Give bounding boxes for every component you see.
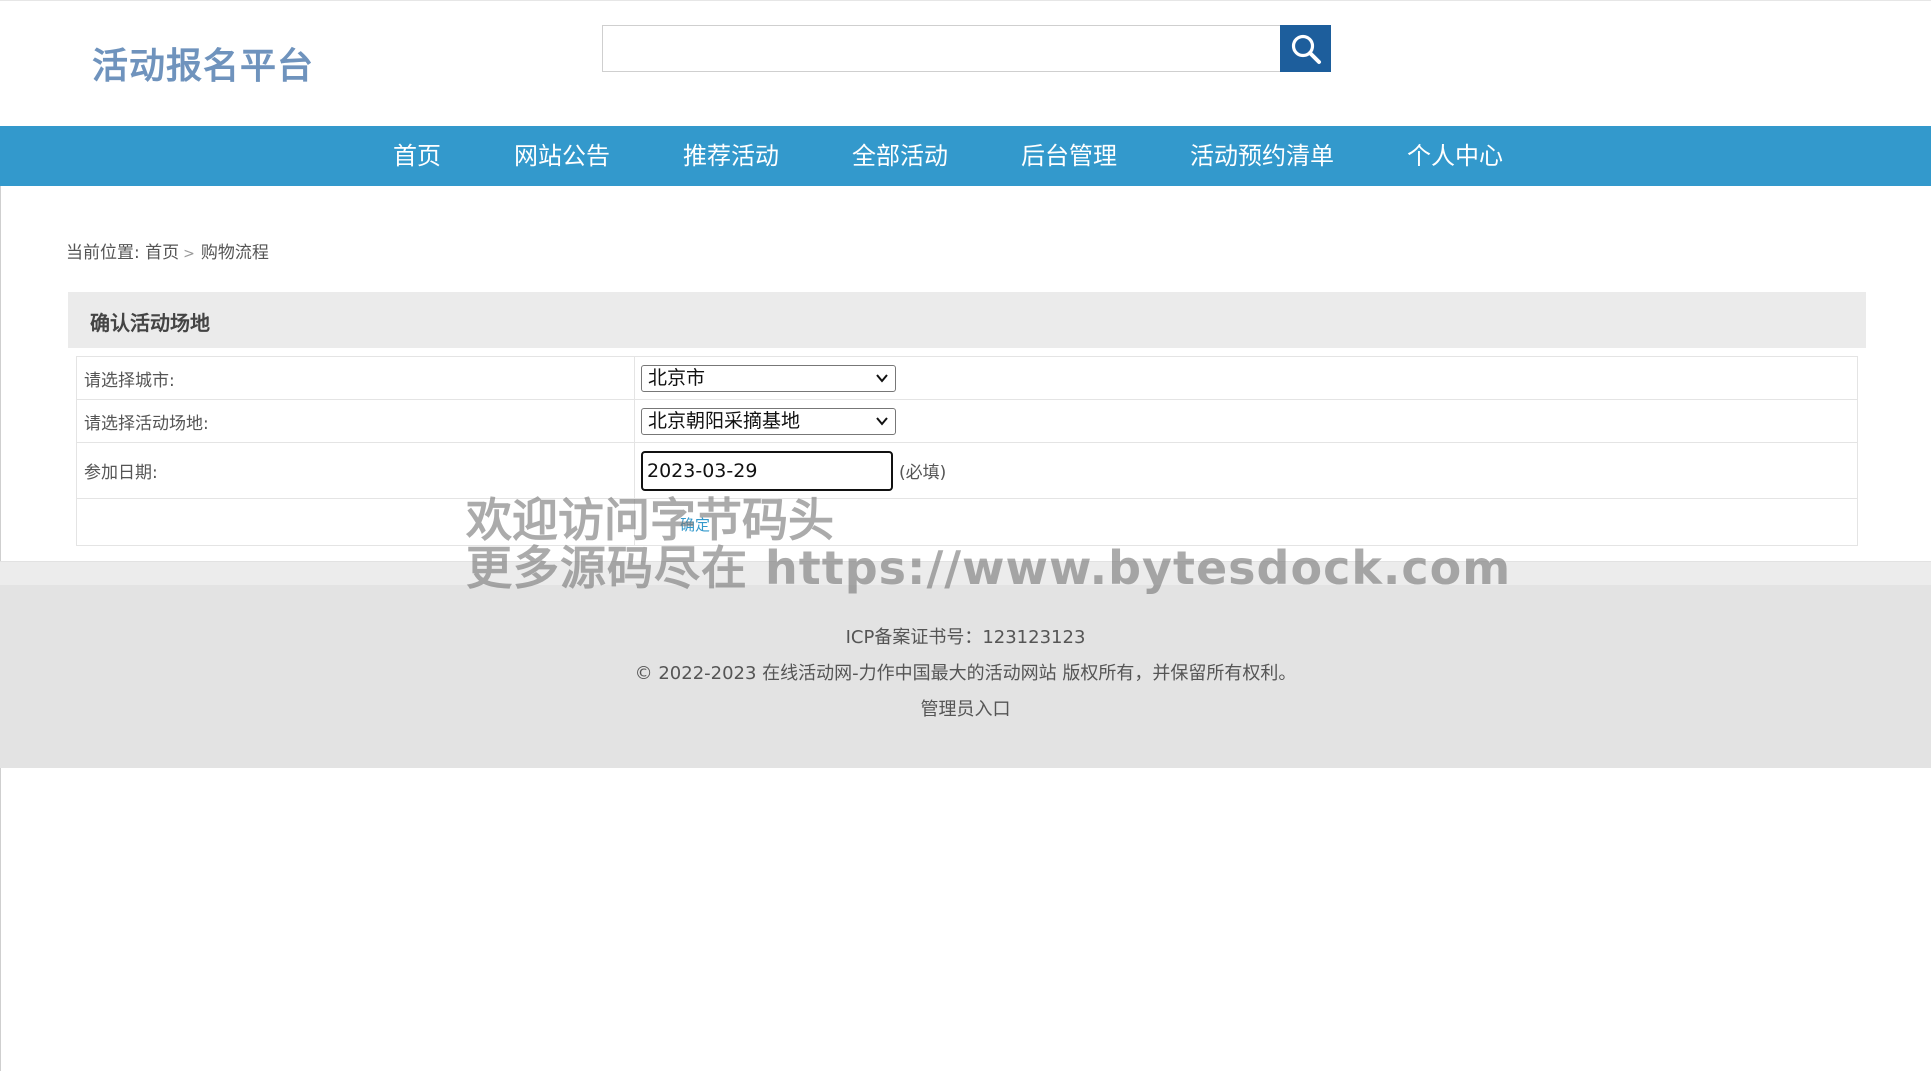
- chevron-right-icon: >: [183, 246, 195, 262]
- search-icon: [1291, 34, 1321, 64]
- breadcrumb-prefix: 当前位置:: [66, 243, 140, 263]
- section-title: 确认活动场地: [90, 311, 210, 335]
- admin-entry-link[interactable]: 管理员入口: [0, 695, 1931, 721]
- form-row-venue: 请选择活动场地: 北京朝阳采摘基地: [76, 399, 1858, 443]
- footer-icp: ICP备案证书号：123123123: [845, 627, 1086, 648]
- venue-label: 请选择活动场地:: [76, 399, 635, 443]
- nav-item-profile[interactable]: 个人中心: [1407, 126, 1503, 186]
- chevron-down-icon: [875, 366, 889, 400]
- search-button[interactable]: [1280, 25, 1331, 72]
- nav-item-home[interactable]: 首页: [393, 126, 441, 186]
- form-row-date: 参加日期: 2023-03-29 (必填): [76, 442, 1858, 499]
- form-row-city: 请选择城市: 北京市: [76, 356, 1858, 400]
- nav-item-admin[interactable]: 后台管理: [1021, 126, 1117, 186]
- breadcrumb-home-link[interactable]: 首页: [145, 243, 179, 263]
- breadcrumb: 当前位置: 首页 > 购物流程: [66, 238, 269, 263]
- section-header: 确认活动场地: [68, 292, 1866, 348]
- search-input[interactable]: [602, 25, 1280, 72]
- breadcrumb-current: 购物流程: [200, 243, 269, 263]
- city-select-value: 北京市: [648, 366, 706, 389]
- site-footer: ICP备案证书号：123123123 © 2022-2023 在线活动网-力作中…: [0, 585, 1931, 768]
- venue-cell: 北京朝阳采摘基地: [634, 399, 1858, 443]
- chevron-down-icon: [875, 409, 889, 443]
- site-logo[interactable]: 活动报名平台: [92, 37, 314, 89]
- city-label: 请选择城市:: [76, 356, 635, 400]
- venue-select[interactable]: 北京朝阳采摘基地: [641, 407, 896, 435]
- watermark-line-2: 更多源码尽在 https://www.bytesdock.com: [466, 541, 1512, 595]
- search-bar: [602, 25, 1331, 72]
- nav-item-all-activities[interactable]: 全部活动: [852, 126, 948, 186]
- required-note: (必填): [899, 463, 947, 483]
- footer-copyright: © 2022-2023 在线活动网-力作中国最大的活动网站 版权所有，并保留所有…: [634, 663, 1297, 684]
- city-select[interactable]: 北京市: [641, 364, 896, 392]
- nav-item-booking-list[interactable]: 活动预约清单: [1190, 126, 1334, 186]
- nav-item-announcements[interactable]: 网站公告: [514, 126, 610, 186]
- venue-form: 请选择城市: 北京市 请选择活动场地: 北京朝阳采摘基地 参加日期: 2023-…: [76, 356, 1858, 546]
- site-header: 活动报名平台: [0, 0, 1931, 126]
- city-cell: 北京市: [634, 356, 1858, 400]
- venue-select-value: 北京朝阳采摘基地: [648, 409, 801, 432]
- nav-item-recommended[interactable]: 推荐活动: [683, 126, 779, 186]
- main-nav: 首页 网站公告 推荐活动 全部活动 后台管理 活动预约清单 个人中心: [0, 126, 1931, 186]
